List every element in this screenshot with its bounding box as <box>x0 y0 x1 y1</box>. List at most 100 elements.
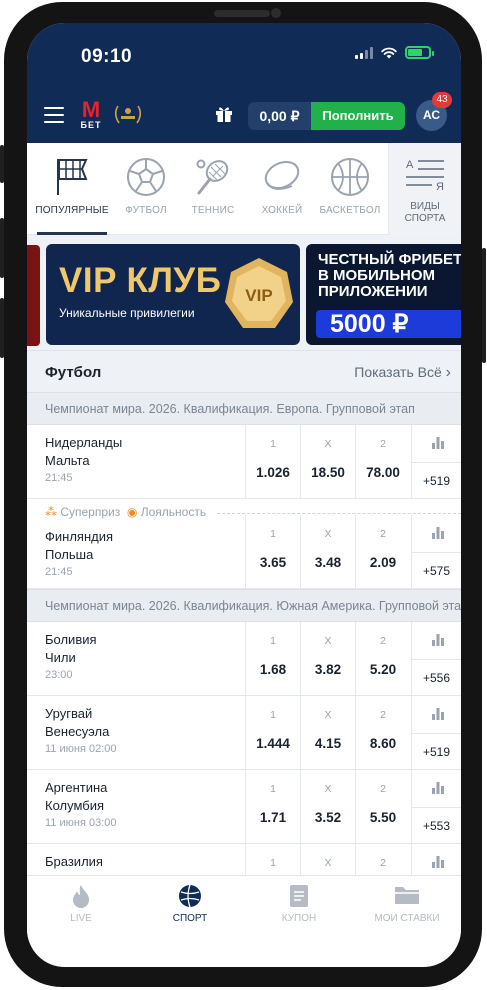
odd-x[interactable]: X 3.52 <box>300 770 355 843</box>
ball-icon <box>179 884 201 908</box>
odd-2-key: 2 <box>380 438 386 450</box>
match-row[interactable]: Уругвай Венесуэла 11 июня 02:00 1 1.444 X… <box>27 696 461 770</box>
vip-banner[interactable]: VIP КЛУБ Уникальные привилегии VIP <box>46 244 300 345</box>
tab-tennis[interactable]: ТЕННИС <box>183 143 243 235</box>
power-button <box>482 248 486 363</box>
superprize-icon: ⁂ <box>45 505 57 519</box>
more-markets[interactable]: +575 <box>411 515 461 589</box>
tab-football[interactable]: ФУТБОЛ <box>117 143 175 235</box>
matches-list: Чемпионат мира. 2026. Квалификация. Евро… <box>27 392 461 877</box>
award-badge <box>112 103 144 127</box>
odd-2[interactable]: 2 8.60 <box>355 696 410 769</box>
odd-1-key: 1 <box>270 438 276 450</box>
tab-hockey[interactable]: ХОККЕЙ <box>253 143 311 235</box>
more-markets[interactable]: +519 <box>411 696 461 769</box>
odd-2[interactable]: 2 5.20 <box>355 622 410 695</box>
section-title: Футбол <box>45 364 102 381</box>
menu-button[interactable] <box>44 107 64 128</box>
odd-x-key: X <box>324 438 332 450</box>
tab-basketball[interactable]: БАСКЕТБОЛ <box>317 143 383 235</box>
away-team: Колумбия <box>45 798 104 813</box>
more-count: +519 <box>412 462 461 499</box>
match-row[interactable]: Бразилия 1 X 2 <box>27 844 461 877</box>
nav-my-bets-label: МОИ СТАВКИ <box>374 913 440 924</box>
more-markets[interactable] <box>411 844 461 877</box>
more-markets[interactable]: +519 <box>411 425 461 498</box>
fire-icon <box>73 885 89 908</box>
odd-1-value: 3.65 <box>259 555 287 570</box>
balance-display[interactable]: 0,00 ₽ <box>248 102 311 130</box>
odd-x[interactable]: X <box>300 844 355 877</box>
tab-popular[interactable]: ПОПУЛЯРНЫЕ <box>27 143 117 235</box>
odd-x[interactable]: X 3.82 <box>300 622 355 695</box>
away-team: Польша <box>45 547 94 562</box>
odd-1[interactable]: 1 3.65 <box>245 515 300 589</box>
match-row[interactable]: ⁂ Суперприз ◉ Лояльность Финляндия Польш… <box>27 499 461 589</box>
chevron-right-icon: › <box>445 364 451 381</box>
volume-up-button <box>0 218 4 278</box>
topup-button[interactable]: Пополнить <box>311 102 405 130</box>
more-count: +553 <box>412 807 461 844</box>
promo-divider <box>217 513 461 514</box>
odd-x-key: X <box>324 709 332 721</box>
alpha-letter-ya: Я <box>436 181 444 193</box>
nav-sport-label: СПОРТ <box>172 913 208 924</box>
odd-1[interactable]: 1 <box>245 844 300 877</box>
more-count: +519 <box>412 733 461 770</box>
logo-text: БЕТ <box>80 120 102 130</box>
match-row[interactable]: Боливия Чили 23:00 1 1.68 X 3.82 2 5.20 +55… <box>27 622 461 696</box>
freebet-banner[interactable]: ЧЕСТНЫЙ ФРИБЕТ В МОБИЛЬНОМ ПРИЛОЖЕНИИ 50… <box>306 244 461 345</box>
away-team: Венесуэла <box>45 724 110 739</box>
stats-icon <box>432 782 444 794</box>
odd-1-key: 1 <box>270 857 276 869</box>
match-time: 23:00 <box>45 669 73 681</box>
gift-icon <box>216 107 232 122</box>
tab-popular-label: ПОПУЛЯРНЫЕ <box>35 205 109 216</box>
status-time: 09:10 <box>81 46 133 67</box>
odd-2[interactable]: 2 5.50 <box>355 770 410 843</box>
tennis-racket-icon <box>196 159 229 195</box>
all-sports-button[interactable]: А Я ВИДЫ СПОРТА <box>388 143 461 235</box>
odd-2[interactable]: 2 78.00 <box>355 425 410 498</box>
match-row[interactable]: Аргентина Колумбия 11 июня 03:00 1 1.71 X… <box>27 770 461 844</box>
vip-coin-text: VIP <box>245 286 272 305</box>
logo[interactable]: М БЕТ <box>79 99 103 131</box>
gift-button[interactable] <box>215 105 233 128</box>
match-time: 21:45 <box>45 566 73 578</box>
odd-2[interactable]: 2 2.09 <box>355 515 410 589</box>
hockey-puck-icon <box>264 160 300 190</box>
more-markets[interactable]: +553 <box>411 770 461 843</box>
league-header[interactable]: Чемпионат мира. 2026. Квалификация. Южна… <box>27 589 461 622</box>
odd-x[interactable]: X 4.15 <box>300 696 355 769</box>
loyalty-icon: ◉ <box>126 505 138 519</box>
league-header[interactable]: Чемпионат мира. 2026. Квалификация. Евро… <box>27 392 461 425</box>
odd-1[interactable]: 1 1.026 <box>245 425 300 498</box>
odd-x[interactable]: X 3.48 <box>300 515 355 589</box>
away-team: Мальта <box>45 453 90 468</box>
match-row[interactable]: Нидерланды Мальта 21:45 1 1.026 X 18.50 27… <box>27 425 461 499</box>
app-screen: 09:10 М БЕТ 0,00 ₽ Пополнить АС 43 ПОПУЛ… <box>27 23 461 967</box>
odd-2-key: 2 <box>380 635 386 647</box>
match-time: 11 июня 03:00 <box>45 817 117 829</box>
tab-football-label: ФУТБОЛ <box>125 205 167 216</box>
nav-my-bets[interactable]: МОИ СТАВКИ <box>353 876 461 967</box>
odd-1[interactable]: 1 1.444 <box>245 696 300 769</box>
odd-1[interactable]: 1 1.71 <box>245 770 300 843</box>
odd-1-value: 1.71 <box>259 810 287 825</box>
tab-hockey-label: ХОККЕЙ <box>261 205 303 216</box>
more-markets[interactable]: +556 <box>411 622 461 695</box>
football-section-header: Футбол Показать Всё › <box>27 350 461 392</box>
odd-1[interactable]: 1 1.68 <box>245 622 300 695</box>
vip-title: VIP КЛУБ <box>59 261 222 300</box>
match-time: 11 июня 02:00 <box>45 743 117 755</box>
away-team: Чили <box>45 650 76 665</box>
nav-coupon[interactable]: КУПОН <box>245 876 353 967</box>
nav-sport[interactable]: СПОРТ <box>136 876 244 967</box>
nav-live[interactable]: LIVE <box>27 876 135 967</box>
odd-x[interactable]: X 18.50 <box>300 425 355 498</box>
stats-icon <box>432 527 444 539</box>
banner-prev[interactable] <box>27 245 40 346</box>
odd-2[interactable]: 2 <box>355 844 410 877</box>
show-all-link[interactable]: Показать Всё › <box>354 364 451 382</box>
alpha-letter-a: А <box>406 159 414 171</box>
